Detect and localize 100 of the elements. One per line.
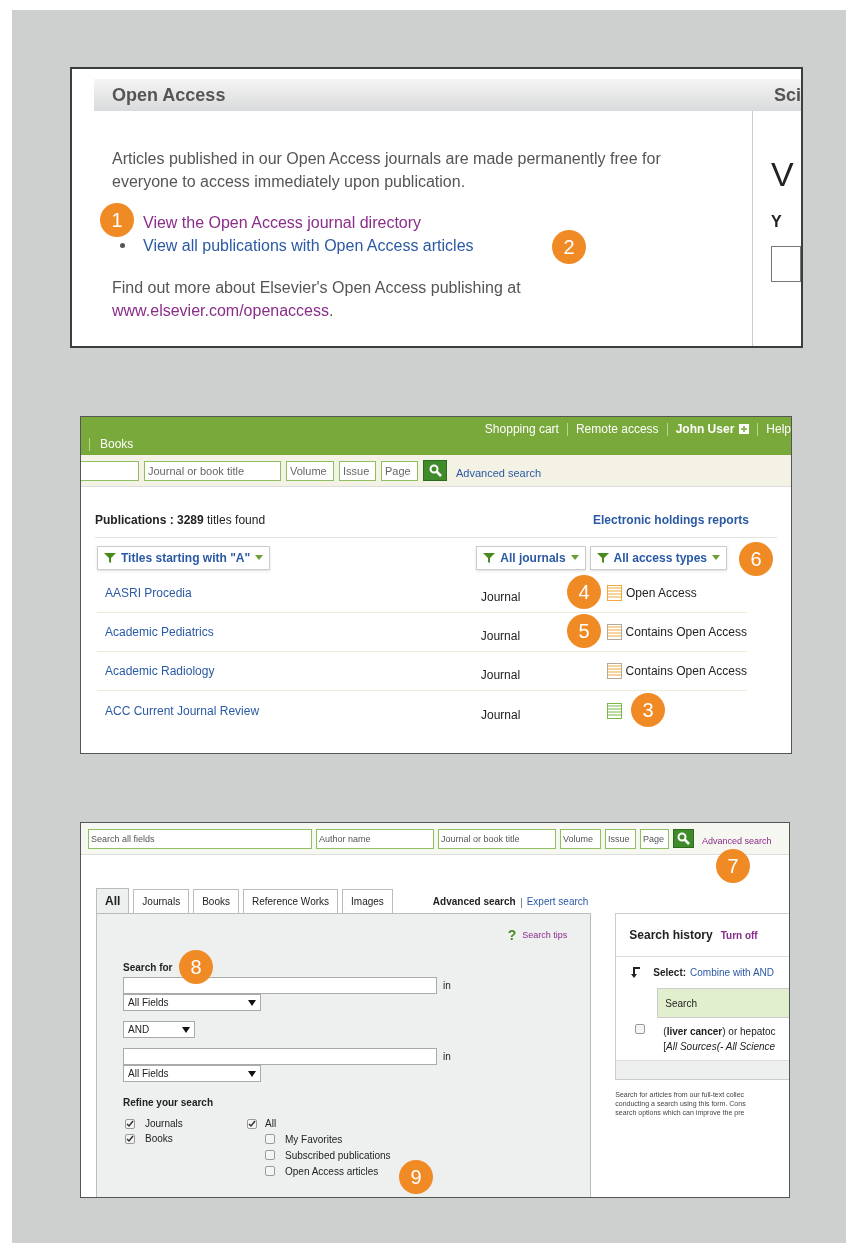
journal-title-link[interactable]: AASRI Procedia: [105, 586, 192, 600]
search-input[interactable]: Author name: [316, 828, 434, 849]
checkbox[interactable]: [125, 1118, 135, 1129]
search-icon: [428, 464, 442, 477]
advanced-search-link[interactable]: Advanced search: [456, 465, 541, 482]
search-input[interactable]: Page: [381, 460, 418, 481]
holdings-link[interactable]: Electronic holdings reports: [592, 511, 749, 529]
type-text: Journal: [481, 590, 521, 604]
search-button[interactable]: [423, 460, 447, 481]
dropdown[interactable]: AND: [123, 1021, 195, 1038]
filter-icon: [104, 552, 116, 564]
dropdown[interactable]: All Fields: [123, 1065, 261, 1082]
search-input[interactable]: Search all fields: [88, 828, 312, 849]
checkbox-label: Open Access articles: [285, 1164, 379, 1179]
search-input[interactable]: Issue: [605, 828, 636, 849]
journal-title-link[interactable]: ACC Current Journal Review: [105, 703, 260, 718]
access-label: Contains Open Access: [625, 663, 747, 680]
help-icon: ?: [507, 925, 517, 946]
search-input[interactable]: Volume: [560, 828, 601, 849]
search-input[interactable]: Journal or book title: [144, 460, 281, 481]
checkbox[interactable]: [265, 1134, 275, 1144]
search-input[interactable]: [123, 977, 437, 994]
section-heading: Refine your search: [123, 1096, 215, 1110]
filter-icon: [483, 552, 496, 564]
callout-number: 2: [552, 230, 586, 264]
panel-title: Open Access: [112, 83, 226, 107]
heading-text: V: [771, 154, 795, 195]
journal-title-link[interactable]: Academic Radiology: [105, 664, 215, 678]
caret-icon: [712, 555, 720, 561]
in-label: in: [443, 1050, 451, 1064]
filter-dropdown[interactable]: Titles starting with "A": [97, 546, 271, 570]
callout-number: 6: [739, 542, 773, 576]
callout-number: 1: [100, 203, 134, 237]
tab[interactable]: Books: [193, 889, 239, 913]
mode-label: Advanced search: [432, 895, 516, 909]
search-input[interactable]: [81, 460, 139, 481]
caret-icon: [182, 1026, 190, 1033]
access-label: Contains Open Access: [625, 624, 747, 641]
bullet-icon: [120, 243, 125, 248]
panel-title: Sci: [773, 83, 801, 107]
link[interactable]: www.elsevier.com/openaccess: [112, 302, 329, 319]
caret-icon: [255, 555, 264, 561]
caret-icon: [248, 1070, 256, 1077]
search-input[interactable]: Page: [640, 828, 669, 849]
checkbox-label: My Favorites: [285, 1132, 343, 1147]
advanced-search-link[interactable]: Advanced search: [702, 834, 772, 849]
checkbox-label: Books: [145, 1132, 173, 1146]
search-input[interactable]: Issue: [339, 460, 376, 481]
checkbox[interactable]: [265, 1166, 275, 1176]
in-label: in: [443, 979, 451, 993]
turn-arrow-icon: [631, 966, 642, 979]
callout-number: 5: [567, 614, 601, 648]
filter-dropdown[interactable]: All journals: [476, 546, 586, 570]
filter-icon: [596, 552, 609, 564]
tab[interactable]: Journals: [133, 889, 190, 913]
callout-number: 3: [631, 693, 665, 727]
panel-title: Search history: [629, 927, 713, 944]
label-text: Y: [771, 212, 783, 232]
type-text: Journal: [480, 629, 521, 643]
search-input[interactable]: [123, 1048, 437, 1065]
footer-paragraph: Find out more about Elsevier's Open Access publishing at www.elsevier.com/openaccess.: [112, 278, 522, 321]
caret-icon: [248, 999, 256, 1006]
checkbox-label: Journals: [145, 1117, 183, 1131]
plus-icon: [739, 424, 750, 434]
query-text: (liver cancer) or hepatoc: [663, 1025, 776, 1039]
tab[interactable]: All: [96, 888, 130, 913]
link[interactable]: View the Open Access journal directory: [143, 211, 422, 234]
checkbox[interactable]: [265, 1150, 275, 1160]
journal-title-link[interactable]: Academic Pediatrics: [105, 625, 214, 639]
link[interactable]: View all publications with Open Access articles: [143, 234, 474, 257]
column-header: Search: [665, 996, 697, 1011]
callout-number: 4: [567, 575, 601, 609]
results-count: Publications : 3289 titles found: [95, 512, 266, 529]
checkbox[interactable]: [125, 1133, 135, 1144]
combine-link[interactable]: Combine with AND: [690, 965, 774, 980]
source-text: [All Sources(- All Science: [663, 1040, 776, 1054]
intro-paragraph: Articles published in our Open Access journals are made permanently free for everyone to access immediately upon publication.: [112, 149, 662, 192]
checkbox[interactable]: [635, 1024, 646, 1034]
access-label: Open Access: [626, 585, 697, 602]
turn-off-link[interactable]: Turn off: [720, 927, 758, 943]
callout-number: 7: [716, 848, 750, 883]
tab[interactable]: Reference Works: [242, 889, 339, 913]
callout-number: 9: [399, 1160, 433, 1194]
dropdown[interactable]: All Fields: [123, 994, 261, 1011]
search-input[interactable]: Volume: [286, 460, 334, 481]
search-button[interactable]: [673, 829, 694, 848]
expert-search-link[interactable]: Expert search: [526, 894, 589, 909]
checkbox[interactable]: [247, 1118, 257, 1129]
tab[interactable]: Images: [342, 889, 393, 913]
field-label: Search for: [123, 962, 173, 973]
checkbox-label: All: [265, 1117, 277, 1131]
caret-icon: [570, 555, 579, 561]
checkbox-label: Subscribed publications: [285, 1148, 391, 1163]
filter-dropdown[interactable]: All access types: [589, 546, 727, 570]
search-tips-link[interactable]: Search tips: [522, 928, 568, 943]
input-field[interactable]: [771, 246, 801, 282]
select-label: Select:: [653, 966, 687, 980]
type-text: Journal: [481, 707, 521, 722]
search-input[interactable]: Journal or book title: [438, 828, 556, 849]
search-icon: [677, 832, 690, 845]
